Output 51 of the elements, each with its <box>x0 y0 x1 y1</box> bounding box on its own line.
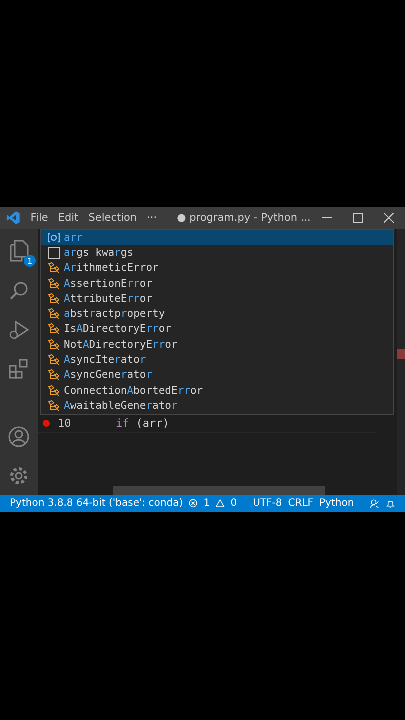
scrollbar[interactable] <box>113 486 325 495</box>
code-logo-icon <box>6 210 21 226</box>
extensions-icon[interactable] <box>8 358 30 380</box>
language-label[interactable]: Python <box>320 498 354 509</box>
suggestion-item[interactable]: ConnectionAbortedError <box>41 382 393 398</box>
interpreter-label[interactable]: Python 3.8.8 64-bit ('base': conda) <box>10 498 184 509</box>
error-icon <box>189 498 198 509</box>
notification-badge: 1 <box>24 255 36 267</box>
line-number: 10 <box>57 417 72 430</box>
variable-icon <box>48 232 60 243</box>
breakpoint-dot[interactable] <box>42 420 50 427</box>
search-icon[interactable] <box>8 280 30 302</box>
class-icon <box>48 400 60 412</box>
suggestion-item[interactable]: args_kwargs <box>41 245 393 261</box>
run-debug-icon[interactable] <box>8 319 30 341</box>
text-icon <box>48 246 60 259</box>
suggestion-item[interactable]: AssertionError <box>41 276 393 292</box>
menu-item[interactable]: Selection <box>88 212 138 224</box>
code-text: (arr) <box>136 417 170 430</box>
class-icon <box>48 384 60 397</box>
warning-count[interactable]: 0 <box>230 498 238 509</box>
settings-icon[interactable] <box>8 465 30 487</box>
menu-item[interactable]: Edit <box>58 212 79 224</box>
window-title: ● program.py - Python ... <box>177 212 311 224</box>
suggestion-item[interactable]: IsADirectoryError <box>41 322 393 338</box>
warning-icon <box>216 498 225 509</box>
class-icon <box>48 262 60 274</box>
account-icon[interactable] <box>8 426 30 448</box>
class-icon <box>48 323 60 336</box>
menu-item[interactable]: File <box>30 212 48 224</box>
code-keyword: if <box>116 417 130 430</box>
suggestion-item[interactable]: AsyncGenerator <box>41 368 393 383</box>
feedback-icon[interactable] <box>370 498 380 510</box>
suggestion-item[interactable]: AttributeError <box>41 291 393 306</box>
menu-item[interactable]: ··· <box>147 212 158 224</box>
line-ending-label[interactable]: CRLF <box>288 498 314 509</box>
suggestion-item[interactable]: AwaitableGenerator <box>41 398 393 414</box>
class-icon <box>48 308 60 320</box>
error-count[interactable]: 1 <box>204 498 210 509</box>
class-icon <box>48 338 60 351</box>
encoding-label[interactable]: UTF-8 <box>253 498 282 509</box>
files-icon[interactable] <box>8 239 30 263</box>
suggestion-item[interactable]: abstractproperty <box>41 306 393 322</box>
class-icon <box>48 354 60 366</box>
suggestion-item[interactable]: ArithmeticError <box>41 260 393 276</box>
suggestion-item[interactable]: AsyncIterator <box>41 352 393 368</box>
class-icon <box>48 278 60 290</box>
class-icon <box>48 292 60 305</box>
suggestion-item[interactable]: NotADirectoryError <box>41 337 393 352</box>
suggestion-item[interactable]: arr <box>41 230 393 246</box>
class-icon <box>48 369 60 382</box>
